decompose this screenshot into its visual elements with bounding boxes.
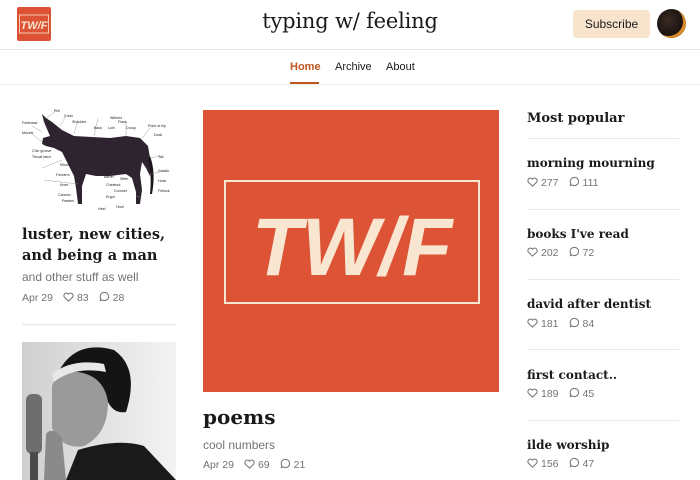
comment-bubble-icon[interactable] xyxy=(99,291,110,305)
heart-icon[interactable] xyxy=(527,388,538,401)
comment-bubble-icon[interactable] xyxy=(569,176,580,190)
svg-text:Forearm: Forearm xyxy=(56,173,70,177)
like-count: 181 xyxy=(541,318,559,330)
subscribe-button[interactable]: Subscribe xyxy=(573,10,650,38)
svg-text:Ergot: Ergot xyxy=(106,195,115,199)
svg-text:Croup: Croup xyxy=(126,126,136,130)
svg-text:Fetlock: Fetlock xyxy=(158,189,170,193)
featured-post-subtitle: cool numbers xyxy=(203,438,276,452)
post-meta: Apr 29 83 28 xyxy=(22,291,124,305)
svg-text:Stifle: Stifle xyxy=(120,177,128,181)
site-logo[interactable]: TW/F xyxy=(17,7,51,41)
popular-item-title[interactable]: morning mourning xyxy=(527,156,655,170)
divider xyxy=(527,138,679,139)
popular-item-title[interactable]: ilde worship xyxy=(527,438,609,452)
heart-icon[interactable] xyxy=(527,458,538,471)
horse-anatomy-image[interactable]: Poll Crest Shoulder Withers Back Loin Fl… xyxy=(22,108,180,214)
svg-text:Poll: Poll xyxy=(54,109,60,113)
svg-text:Forehead: Forehead xyxy=(22,121,37,125)
post-subtitle: and other stuff as well xyxy=(22,270,139,284)
heart-icon[interactable] xyxy=(527,318,538,331)
heart-icon[interactable] xyxy=(244,459,255,472)
active-tab-indicator xyxy=(290,82,319,84)
like-count: 202 xyxy=(541,247,559,259)
svg-text:Tail: Tail xyxy=(158,155,164,159)
svg-text:Chin groove: Chin groove xyxy=(32,149,51,153)
comment-bubble-icon[interactable] xyxy=(280,458,291,472)
svg-text:Throat latch: Throat latch xyxy=(32,155,51,159)
featured-image[interactable]: TW/F xyxy=(203,110,499,392)
popular-item-meta: 181 84 xyxy=(527,317,594,331)
divider xyxy=(22,324,176,325)
like-count: 189 xyxy=(541,388,559,400)
divider xyxy=(527,349,679,350)
svg-text:Flank: Flank xyxy=(118,120,127,124)
svg-text:Hoof: Hoof xyxy=(116,205,124,209)
comment-bubble-icon[interactable] xyxy=(569,246,580,260)
logo-text: TW/F xyxy=(21,20,48,32)
popular-item-title[interactable]: david after dentist xyxy=(527,297,651,311)
post-title[interactable]: luster, new cities, and being a man xyxy=(22,224,182,266)
tab-about[interactable]: About xyxy=(386,61,415,73)
svg-text:Dock: Dock xyxy=(154,133,162,137)
svg-text:Muzzle: Muzzle xyxy=(22,131,33,135)
like-count: 277 xyxy=(541,177,559,189)
comment-count: 21 xyxy=(293,459,306,471)
divider xyxy=(527,209,679,210)
popular-item-title[interactable]: first contact.. xyxy=(527,368,617,382)
svg-text:Chestnut: Chestnut xyxy=(106,183,120,187)
like-count: 156 xyxy=(541,458,559,470)
popular-item-title[interactable]: books I've read xyxy=(527,227,629,241)
comment-count: 47 xyxy=(582,458,595,470)
featured-image-text: TW/F xyxy=(252,202,454,293)
comment-bubble-icon[interactable] xyxy=(569,387,580,401)
comment-count: 111 xyxy=(582,177,599,189)
popular-item-meta: 202 72 xyxy=(527,246,594,260)
featured-post-title[interactable]: poems xyxy=(203,405,275,429)
featured-post-meta: Apr 29 69 21 xyxy=(203,458,305,472)
svg-text:Knee: Knee xyxy=(60,183,68,187)
logo-mark: TW/F xyxy=(19,14,49,34)
comment-bubble-icon[interactable] xyxy=(569,317,580,331)
tab-archive[interactable]: Archive xyxy=(335,61,372,73)
svg-text:Shoulder: Shoulder xyxy=(72,120,87,124)
svg-text:Loin: Loin xyxy=(108,126,115,130)
popular-item-meta: 156 47 xyxy=(527,457,594,471)
svg-text:Pastern: Pastern xyxy=(62,199,74,203)
svg-text:Heel: Heel xyxy=(98,207,106,211)
comment-count: 72 xyxy=(582,247,595,259)
nav-bar: Home Archive About xyxy=(0,50,700,85)
comment-count: 28 xyxy=(112,292,125,304)
post-photo[interactable] xyxy=(22,342,176,480)
tab-home[interactable]: Home xyxy=(290,61,321,73)
divider xyxy=(527,279,679,280)
post-date: Apr 29 xyxy=(203,459,234,471)
svg-text:Coronet: Coronet xyxy=(114,189,127,193)
comment-count: 45 xyxy=(582,388,595,400)
post-date: Apr 29 xyxy=(22,292,53,304)
most-popular-heading: Most popular xyxy=(527,111,625,126)
heart-icon[interactable] xyxy=(527,177,538,190)
svg-text:Crest: Crest xyxy=(64,114,73,118)
svg-text:Hock: Hock xyxy=(158,179,166,183)
svg-text:Barrel: Barrel xyxy=(104,175,114,179)
heart-icon[interactable] xyxy=(527,247,538,260)
heart-icon[interactable] xyxy=(63,292,74,305)
svg-text:Gaskin: Gaskin xyxy=(158,169,169,173)
user-avatar[interactable] xyxy=(657,9,686,38)
popular-item-meta: 277 111 xyxy=(527,176,599,190)
comment-bubble-icon[interactable] xyxy=(569,457,580,471)
like-count: 83 xyxy=(76,292,89,304)
svg-text:Back: Back xyxy=(94,126,102,130)
svg-text:Cannon: Cannon xyxy=(58,193,71,197)
popular-item-meta: 189 45 xyxy=(527,387,594,401)
comment-count: 84 xyxy=(582,318,595,330)
top-bar: TW/F typing w/ feeling Subscribe xyxy=(0,0,700,50)
divider xyxy=(527,420,679,421)
svg-text:Point of hip: Point of hip xyxy=(148,124,166,128)
svg-text:Elbow: Elbow xyxy=(60,163,70,167)
like-count: 69 xyxy=(257,459,270,471)
